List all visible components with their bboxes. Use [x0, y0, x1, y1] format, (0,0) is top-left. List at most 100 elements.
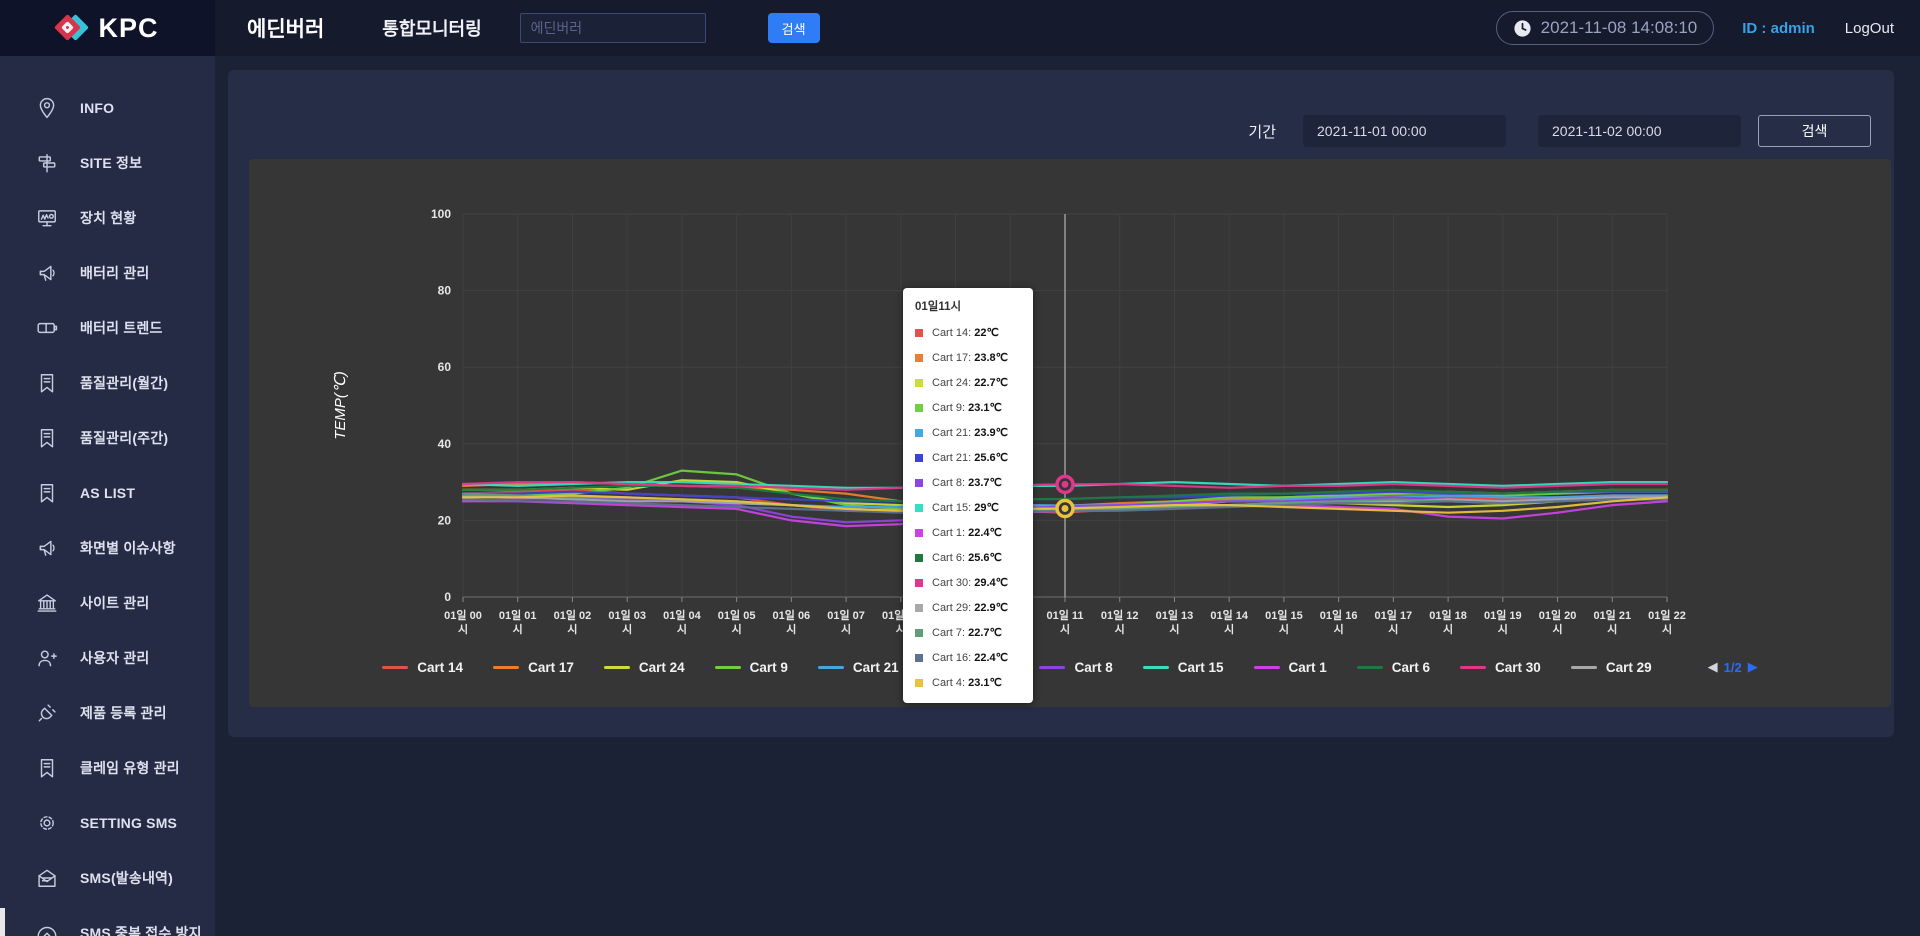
legend-next-arrow-icon[interactable]: ▶ — [1748, 659, 1758, 675]
sidebar-item-label: 사용자 관리 — [80, 648, 150, 668]
sidebar-item-quality-monthly[interactable]: 품질관리(월간) — [0, 355, 215, 410]
legend-item-cart-15[interactable]: Cart 15 — [1143, 660, 1224, 675]
svg-text:01일 06시: 01일 06시 — [773, 608, 811, 636]
megaphone-icon — [36, 537, 58, 559]
tooltip-row: Cart 16: 22.4℃ — [915, 645, 1021, 670]
legend-item-cart-21[interactable]: Cart 21 — [818, 660, 899, 675]
sidebar-item-site-info[interactable]: SITE 정보 — [0, 135, 215, 190]
legend-line-swatch — [382, 666, 408, 669]
tooltip-series-value: Cart 9: 23.1℃ — [932, 401, 1002, 414]
sidebar-item-sms-duplicate-prevention[interactable]: SMS 중복 접수 방지 — [0, 905, 215, 936]
panel-search-button[interactable]: 검색 — [1758, 115, 1871, 147]
legend-line-swatch — [818, 666, 844, 669]
monitoring-panel: 기간 검색 02040608010001일 00시01일 01시01일 02시0… — [228, 70, 1894, 737]
tooltip-row: Cart 17: 23.8℃ — [915, 345, 1021, 370]
chart-tooltip: 01일11시 Cart 14: 22℃Cart 17: 23.8℃Cart 24… — [903, 288, 1033, 703]
sidebar-item-label: 제품 등록 관리 — [80, 703, 167, 723]
date-from-input[interactable] — [1303, 115, 1506, 147]
current-datetime: 2021-11-08 14:08:10 — [1541, 18, 1698, 38]
svg-text:01일 11시: 01일 11시 — [1046, 608, 1083, 636]
legend-item-cart-14[interactable]: Cart 14 — [382, 660, 463, 675]
legend-item-cart-24[interactable]: Cart 24 — [604, 660, 685, 675]
svg-text:01일 14시: 01일 14시 — [1210, 608, 1249, 636]
brand-logo[interactable]: KPC — [0, 0, 215, 56]
sidebar-item-label: 품질관리(주간) — [80, 428, 168, 448]
tooltip-series-swatch — [915, 454, 923, 462]
svg-text:01일 15시: 01일 15시 — [1265, 608, 1303, 636]
tooltip-series-value: Cart 21: 25.6℃ — [932, 451, 1008, 464]
legend-label: Cart 29 — [1606, 660, 1652, 675]
tooltip-series-value: Cart 16: 22.4℃ — [932, 651, 1008, 664]
user-id-label: ID : admin — [1742, 20, 1815, 37]
svg-text:01일 04시: 01일 04시 — [663, 608, 702, 636]
bookmark-list-icon — [36, 482, 58, 504]
tooltip-series-swatch — [915, 629, 923, 637]
temperature-line-chart[interactable]: 02040608010001일 00시01일 01시01일 02시01일 03시… — [249, 159, 1891, 707]
legend-item-cart-17[interactable]: Cart 17 — [493, 660, 574, 675]
sidebar-item-battery-mgmt[interactable]: 배터리 관리 — [0, 245, 215, 300]
legend-line-swatch — [493, 666, 519, 669]
sidebar-item-label: AS LIST — [80, 485, 135, 501]
legend-item-cart-29[interactable]: Cart 29 — [1571, 660, 1652, 675]
bookmark-list-icon — [36, 372, 58, 394]
legend-item-cart-6[interactable]: Cart 6 — [1357, 660, 1430, 675]
legend-item-cart-30[interactable]: Cart 30 — [1460, 660, 1541, 675]
svg-text:01일 18시: 01일 18시 — [1429, 608, 1467, 636]
tooltip-series-swatch — [915, 679, 923, 687]
sidebar-item-user-mgmt[interactable]: 사용자 관리 — [0, 630, 215, 685]
legend-label: Cart 24 — [639, 660, 685, 675]
svg-text:01일 21시: 01일 21시 — [1593, 608, 1631, 636]
svg-text:01일 12시: 01일 12시 — [1101, 608, 1139, 636]
tooltip-series-swatch — [915, 579, 923, 587]
tooltip-series-swatch — [915, 529, 923, 537]
tooltip-series-swatch — [915, 604, 923, 612]
svg-text:01일 13시: 01일 13시 — [1156, 608, 1194, 636]
sidebar-item-label: INFO — [80, 100, 114, 116]
site-search-input[interactable] — [520, 13, 706, 43]
sidebar-item-info[interactable]: INFO — [0, 80, 215, 135]
sidebar-item-label: 클레임 유형 관리 — [80, 758, 180, 778]
tooltip-row: Cart 30: 29.4℃ — [915, 570, 1021, 595]
sidebar-item-label: 장치 현황 — [80, 208, 136, 228]
sidebar-item-product-reg-mgmt[interactable]: 제품 등록 관리 — [0, 685, 215, 740]
battery-icon — [36, 317, 58, 339]
sidebar-item-quality-weekly[interactable]: 품질관리(주간) — [0, 410, 215, 465]
tooltip-series-value: Cart 29: 22.9℃ — [932, 601, 1008, 614]
svg-text:01일 02시: 01일 02시 — [554, 608, 592, 636]
legend-item-cart-1[interactable]: Cart 1 — [1254, 660, 1327, 675]
legend-item-cart-8[interactable]: Cart 8 — [1039, 660, 1112, 675]
sidebar-item-device-status[interactable]: 장치 현황 — [0, 190, 215, 245]
svg-text:60: 60 — [438, 360, 452, 374]
sidebar-item-site-mgmt[interactable]: 사이트 관리 — [0, 575, 215, 630]
plug-icon — [36, 702, 58, 724]
sidebar-item-setting-sms[interactable]: SETTING SMS — [0, 795, 215, 850]
header-search-button[interactable]: 검색 — [768, 13, 820, 43]
page-title: 통합모니터링 — [382, 15, 481, 41]
sidebar-item-sms-history[interactable]: SMS(발송내역) — [0, 850, 215, 905]
date-to-input[interactable] — [1538, 115, 1741, 147]
sidebar-item-label: SITE 정보 — [80, 153, 142, 173]
top-header: KPC 에딘버러 통합모니터링 검색 2021-11-08 14:08:10 I… — [0, 0, 1920, 56]
logout-button[interactable]: LogOut — [1845, 20, 1894, 37]
tooltip-row: Cart 24: 22.7℃ — [915, 370, 1021, 395]
bookmark-list-icon — [36, 757, 58, 779]
tooltip-row: Cart 21: 23.9℃ — [915, 420, 1021, 445]
tooltip-row: Cart 4: 23.1℃ — [915, 670, 1021, 695]
sidebar-item-as-list[interactable]: AS LIST — [0, 465, 215, 520]
legend-label: Cart 21 — [853, 660, 899, 675]
signpost-icon — [36, 152, 58, 174]
svg-text:01일 05시: 01일 05시 — [718, 608, 756, 636]
sidebar-item-battery-trend[interactable]: 배터리 트렌드 — [0, 300, 215, 355]
legend-label: Cart 1 — [1289, 660, 1327, 675]
legend-prev-arrow-icon[interactable]: ◀ — [1708, 659, 1718, 675]
tooltip-series-value: Cart 7: 22.7℃ — [932, 626, 1002, 639]
sidebar-item-screen-issues[interactable]: 화면별 이슈사항 — [0, 520, 215, 575]
mail-open-icon — [36, 867, 58, 889]
legend-item-cart-9[interactable]: Cart 9 — [715, 660, 788, 675]
page-scrollbar[interactable] — [0, 908, 5, 936]
sidebar-item-claim-type-mgmt[interactable]: 클레임 유형 관리 — [0, 740, 215, 795]
tooltip-row: Cart 7: 22.7℃ — [915, 620, 1021, 645]
tooltip-series-swatch — [915, 379, 923, 387]
tooltip-series-value: Cart 24: 22.7℃ — [932, 376, 1008, 389]
svg-text:01일 19시: 01일 19시 — [1484, 608, 1522, 636]
